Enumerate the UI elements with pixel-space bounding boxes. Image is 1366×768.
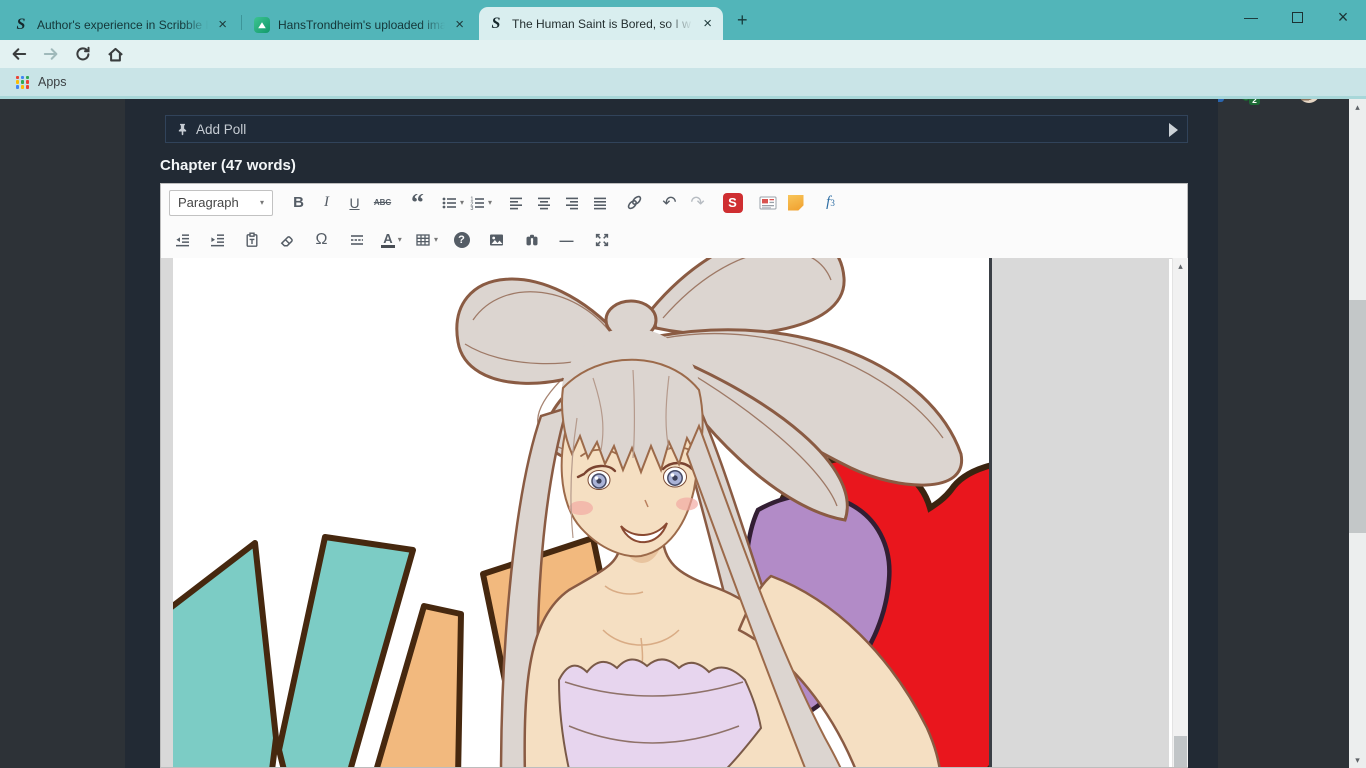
tab-authors-experience[interactable]: S Author's experience in Scribble H ×: [4, 9, 238, 40]
bold-button[interactable]: B: [286, 190, 311, 216]
tab-uploaded-images[interactable]: HansTrondheim's uploaded imag ×: [245, 9, 475, 40]
chevron-down-icon: ▾: [398, 235, 402, 244]
maximize-icon: [1292, 12, 1303, 23]
fullscreen-button[interactable]: [589, 227, 614, 253]
blush-right: [676, 498, 698, 511]
editor-scrollbar-thumb[interactable]: [1174, 736, 1187, 767]
editor-scrollbar[interactable]: ▴: [1172, 258, 1188, 767]
bookmarks-bar: Apps: [0, 68, 1366, 96]
remove-format-button[interactable]: [274, 227, 299, 253]
reload-icon[interactable]: [72, 43, 94, 65]
sticky-note-button[interactable]: [783, 190, 808, 216]
align-center-button[interactable]: [531, 190, 556, 216]
chevron-down-icon: ▾: [460, 198, 464, 207]
page-scrollbar[interactable]: ▴ ▾: [1349, 99, 1366, 768]
tab-human-saint-active[interactable]: S The Human Saint is Bored, so I w ×: [479, 7, 723, 40]
format-select-value: Paragraph: [178, 195, 239, 210]
link-button[interactable]: [622, 190, 647, 216]
add-poll-bar[interactable]: Add Poll: [165, 115, 1188, 143]
editor-toolbar: Paragraph ▾ B I U ABC “ ▾ 123 ▾: [161, 184, 1187, 259]
strikethrough-button[interactable]: ABC: [370, 190, 395, 216]
pin-icon: [176, 123, 189, 136]
toolbar-row-1: Paragraph ▾ B I U ABC “ ▾ 123 ▾: [161, 184, 1187, 221]
forward-icon[interactable]: [40, 43, 62, 65]
format-select[interactable]: Paragraph ▾: [169, 190, 273, 216]
apps-grid-icon: [16, 76, 29, 89]
redo-button[interactable]: ↷: [685, 190, 710, 216]
sticky-note-icon: [788, 195, 804, 211]
svg-text:3: 3: [470, 206, 473, 211]
apps-label[interactable]: Apps: [38, 75, 67, 89]
news-button[interactable]: [755, 190, 780, 216]
outdent-button[interactable]: [169, 227, 194, 253]
scroll-up-icon[interactable]: ▴: [1349, 99, 1366, 115]
screen: S Author's experience in Scribble H × Ha…: [0, 0, 1366, 768]
scribblehub-s-icon: S: [723, 193, 743, 213]
tab-separator: [241, 15, 242, 30]
horizontal-rule-button[interactable]: —: [554, 227, 579, 253]
new-tab-button[interactable]: +: [737, 10, 748, 31]
help-icon: ?: [454, 232, 470, 248]
back-icon[interactable]: [8, 43, 30, 65]
insert-image-button[interactable]: [484, 227, 509, 253]
justify-button[interactable]: [587, 190, 612, 216]
browser-toolbar: scribblehub.com/editchapter/161507/ ☆ 2: [0, 40, 1366, 68]
text-color-a-label: A: [381, 232, 394, 248]
page-break-button[interactable]: [344, 227, 369, 253]
scroll-up-icon[interactable]: ▴: [1173, 258, 1188, 274]
paste-as-text-button[interactable]: [239, 227, 264, 253]
bullet-list-button[interactable]: ▾: [440, 190, 465, 216]
undo-button[interactable]: ↶: [657, 190, 682, 216]
scroll-down-icon[interactable]: ▾: [1349, 752, 1366, 768]
footnote-button[interactable]: f3: [818, 190, 843, 216]
chevron-down-icon: ▾: [434, 235, 438, 244]
close-tab-icon[interactable]: ×: [453, 18, 466, 32]
special-character-button[interactable]: Ω: [309, 227, 334, 253]
scribblehub-favicon: S: [488, 16, 504, 32]
editor-canvas-margin: [161, 258, 173, 767]
image-host-favicon: [254, 17, 270, 33]
chevron-down-icon: ▾: [488, 198, 492, 207]
blockquote-button[interactable]: “: [405, 194, 430, 212]
help-button[interactable]: ?: [449, 227, 474, 253]
align-left-button[interactable]: [503, 190, 528, 216]
home-icon[interactable]: [104, 43, 126, 65]
maximize-button[interactable]: [1274, 0, 1320, 34]
chapter-editor: Paragraph ▾ B I U ABC “ ▾ 123 ▾: [160, 183, 1188, 768]
tab-title: Author's experience in Scribble H: [37, 18, 208, 32]
tab-title: The Human Saint is Bored, so I w: [512, 17, 693, 31]
close-tab-icon[interactable]: ×: [701, 17, 714, 31]
find-replace-button[interactable]: [519, 227, 544, 253]
footnote-sup-label: 3: [830, 198, 835, 208]
illustration-svg: [173, 258, 989, 767]
scribblehub-badge-button[interactable]: S: [720, 190, 745, 216]
browser-tab-bar: S Author's experience in Scribble H × Ha…: [0, 0, 1366, 40]
table-button[interactable]: ▾: [414, 227, 439, 253]
page-scrollbar-thumb[interactable]: [1349, 300, 1366, 533]
minimize-button[interactable]: —: [1228, 0, 1274, 34]
blush-left: [569, 501, 593, 515]
chapter-illustration[interactable]: [173, 258, 992, 767]
indent-button[interactable]: [204, 227, 229, 253]
toolbar-row-2: Ω A ▾ ▾ ?: [161, 221, 1187, 258]
italic-button[interactable]: I: [314, 190, 339, 216]
add-poll-label: Add Poll: [196, 122, 246, 137]
chapter-heading: Chapter (47 words): [160, 157, 296, 174]
align-right-button[interactable]: [559, 190, 584, 216]
scribblehub-favicon: S: [13, 17, 29, 33]
numbered-list-button[interactable]: 123 ▾: [468, 190, 493, 216]
close-window-button[interactable]: ×: [1320, 0, 1366, 34]
underline-button[interactable]: U: [342, 190, 367, 216]
frilly-top: [559, 659, 761, 767]
tab-title: HansTrondheim's uploaded imag: [278, 18, 445, 32]
editor-canvas-background: [992, 258, 1169, 767]
text-color-button[interactable]: A ▾: [379, 227, 404, 253]
close-tab-icon[interactable]: ×: [216, 18, 229, 32]
expand-poll-arrow-icon[interactable]: [1169, 123, 1178, 137]
chevron-down-icon: ▾: [260, 198, 264, 207]
